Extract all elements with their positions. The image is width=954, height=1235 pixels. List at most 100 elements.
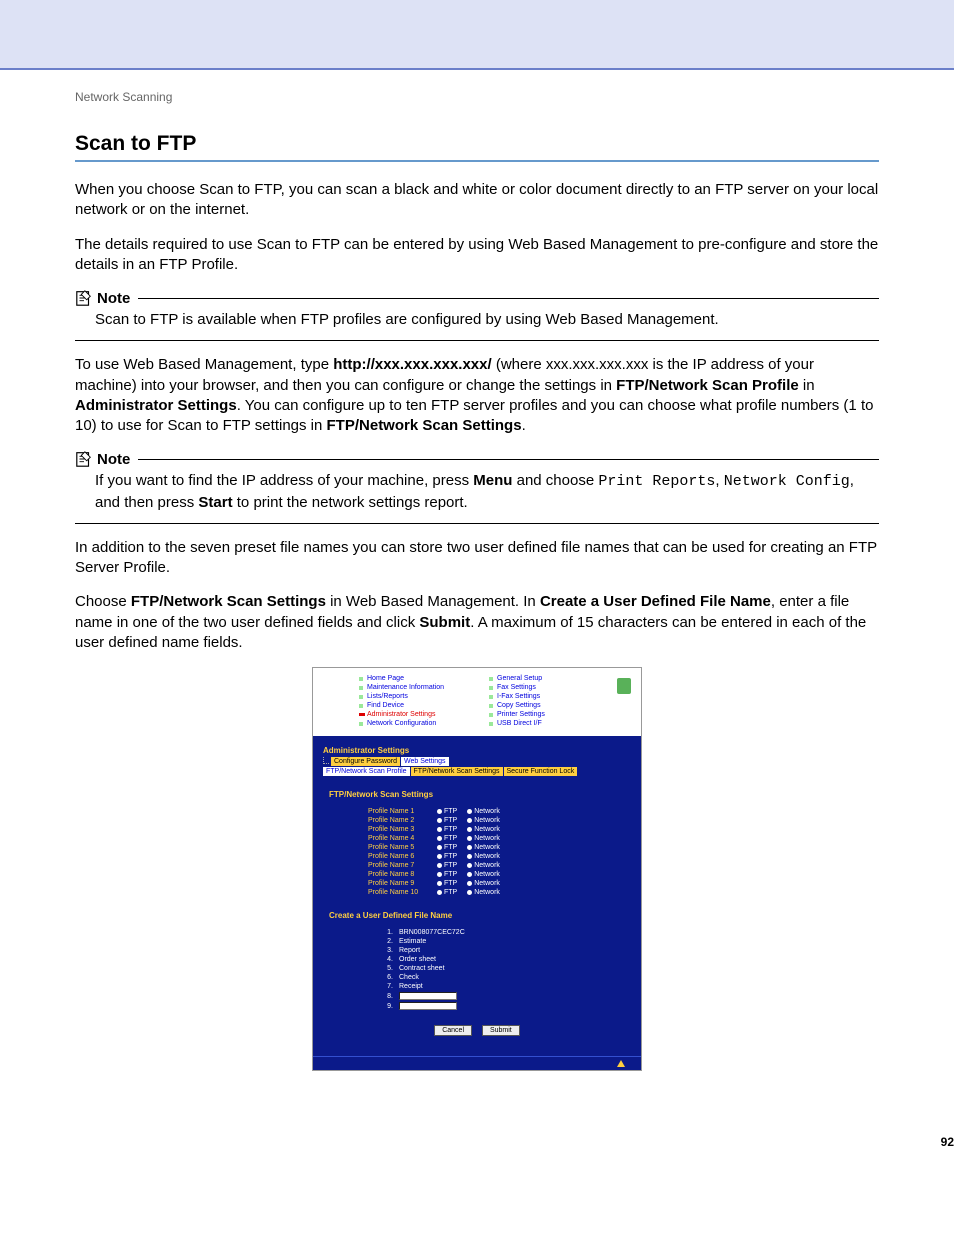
radio-ftp[interactable] bbox=[437, 845, 442, 850]
para-5: Choose FTP/Network Scan Settings in Web … bbox=[75, 592, 879, 653]
profile-row-6: Profile Name 6FTPNetwork bbox=[368, 852, 631, 861]
t: Administrator Settings bbox=[75, 397, 237, 414]
cancel-button[interactable]: Cancel bbox=[434, 1025, 472, 1036]
radio-network-label: Network bbox=[474, 826, 500, 833]
radio-ftp-label: FTP bbox=[444, 880, 457, 887]
tab-web-settings[interactable]: Web Settings bbox=[401, 757, 449, 766]
filename-input-row-8: 8. bbox=[379, 991, 631, 1001]
t: FTP/Network Scan Settings bbox=[131, 593, 326, 610]
radio-network[interactable] bbox=[467, 854, 472, 859]
note-rule-bottom bbox=[75, 523, 879, 524]
tab-ftp-settings[interactable]: FTP/Network Scan Settings bbox=[411, 767, 503, 776]
scroll-top-bar[interactable] bbox=[313, 1056, 641, 1070]
top-band bbox=[0, 0, 954, 68]
submit-button[interactable]: Submit bbox=[482, 1025, 520, 1036]
fn-num: 2. bbox=[379, 938, 393, 945]
filename-row-4: 4.Order sheet bbox=[379, 955, 631, 964]
fn-text: Report bbox=[399, 947, 420, 954]
filename-input-8[interactable] bbox=[399, 992, 457, 1000]
profile-row-3: Profile Name 3FTPNetwork bbox=[368, 825, 631, 834]
nav-right-2[interactable]: I-Fax Settings bbox=[487, 692, 617, 701]
filename-row-2: 2. Estimate bbox=[379, 937, 631, 946]
filename-input-9[interactable] bbox=[399, 1002, 457, 1010]
profile-row-8: Profile Name 8FTPNetwork bbox=[368, 870, 631, 879]
radio-ftp[interactable] bbox=[437, 854, 442, 859]
para-2: The details required to use Scan to FTP … bbox=[75, 235, 879, 276]
t: Start bbox=[198, 494, 232, 511]
profile-row-7: Profile Name 7FTPNetwork bbox=[368, 861, 631, 870]
url-bold: http://xxx.xxx.xxx.xxx/ bbox=[333, 356, 491, 373]
t: in bbox=[799, 377, 815, 394]
profile-row-10: Profile Name 10FTPNetwork bbox=[368, 888, 631, 897]
radio-network[interactable] bbox=[467, 845, 472, 850]
t: FTP/Network Scan Settings bbox=[327, 417, 522, 434]
radio-network[interactable] bbox=[467, 890, 472, 895]
radio-network-label: Network bbox=[474, 835, 500, 842]
radio-ftp[interactable] bbox=[437, 836, 442, 841]
radio-ftp[interactable] bbox=[437, 827, 442, 832]
note-label: Note bbox=[97, 451, 130, 468]
nav-left-2[interactable]: Lists/Reports bbox=[357, 692, 487, 701]
note-2-body: If you want to find the IP address of yo… bbox=[75, 468, 879, 519]
nav-left-5[interactable]: Network Configuration bbox=[357, 719, 487, 728]
fn-num: 1. bbox=[379, 929, 393, 936]
nav-right-1[interactable]: Fax Settings bbox=[487, 683, 617, 692]
profile-label: Profile Name 9 bbox=[368, 880, 433, 887]
tab-row-1: Configure Password Web Settings bbox=[323, 757, 631, 766]
radio-ftp[interactable] bbox=[437, 863, 442, 868]
nav-right-0[interactable]: General Setup bbox=[487, 674, 617, 683]
radio-network[interactable] bbox=[467, 881, 472, 886]
filename-row-1: 1. BRN008077CEC72C bbox=[379, 928, 631, 937]
radio-ftp-label: FTP bbox=[444, 889, 457, 896]
t: and choose bbox=[512, 472, 598, 489]
radio-ftp[interactable] bbox=[437, 872, 442, 877]
nav-right-3[interactable]: Copy Settings bbox=[487, 701, 617, 710]
note-icon bbox=[75, 450, 93, 468]
note-rule-bottom bbox=[75, 340, 879, 341]
note-rule bbox=[138, 459, 879, 460]
tab-configure-password[interactable]: Configure Password bbox=[331, 757, 400, 766]
t: in Web Based Management. In bbox=[326, 593, 540, 610]
radio-network-label: Network bbox=[474, 862, 500, 869]
radio-network-label: Network bbox=[474, 853, 500, 860]
fn-text: Estimate bbox=[399, 938, 426, 945]
ftp-scan-settings-head: FTP/Network Scan Settings bbox=[329, 790, 631, 799]
fn-num: 8. bbox=[379, 993, 393, 1000]
radio-network-label: Network bbox=[474, 889, 500, 896]
fn-num: 9. bbox=[379, 1003, 393, 1010]
radio-ftp[interactable] bbox=[437, 890, 442, 895]
filename-row-6: 6.Check bbox=[379, 973, 631, 982]
nav-left-1[interactable]: Maintenance Information bbox=[357, 683, 487, 692]
note-2: Note If you want to find the IP address … bbox=[75, 450, 879, 524]
tab-ftp-profile[interactable]: FTP/Network Scan Profile bbox=[323, 767, 410, 776]
radio-network-label: Network bbox=[474, 808, 500, 815]
webui-nav: Home PageMaintenance InformationLists/Re… bbox=[313, 668, 641, 736]
fn-text: BRN008077CEC72C bbox=[399, 929, 465, 936]
radio-ftp-label: FTP bbox=[444, 844, 457, 851]
radio-network[interactable] bbox=[467, 872, 472, 877]
nav-left-0[interactable]: Home Page bbox=[357, 674, 487, 683]
radio-network[interactable] bbox=[467, 818, 472, 823]
profile-row-4: Profile Name 4FTPNetwork bbox=[368, 834, 631, 843]
fn-num: 3. bbox=[379, 947, 393, 954]
note-icon bbox=[75, 289, 93, 307]
page-number: 92 bbox=[941, 1135, 954, 1149]
radio-network[interactable] bbox=[467, 836, 472, 841]
radio-network[interactable] bbox=[467, 827, 472, 832]
nav-left-3[interactable]: Find Device bbox=[357, 701, 487, 710]
radio-network[interactable] bbox=[467, 809, 472, 814]
radio-network[interactable] bbox=[467, 863, 472, 868]
t: Choose bbox=[75, 593, 131, 610]
radio-ftp[interactable] bbox=[437, 881, 442, 886]
radio-ftp[interactable] bbox=[437, 818, 442, 823]
nav-left-4[interactable]: Administrator Settings bbox=[357, 710, 487, 719]
radio-network-label: Network bbox=[474, 871, 500, 878]
radio-ftp-label: FTP bbox=[444, 853, 457, 860]
nav-right-5[interactable]: USB Direct I/F bbox=[487, 719, 617, 728]
nav-right-4[interactable]: Printer Settings bbox=[487, 710, 617, 719]
profile-label: Profile Name 8 bbox=[368, 871, 433, 878]
tab-secure-lock[interactable]: Secure Function Lock bbox=[504, 767, 578, 776]
radio-ftp[interactable] bbox=[437, 809, 442, 814]
profile-row-9: Profile Name 9FTPNetwork bbox=[368, 879, 631, 888]
help-icon[interactable] bbox=[617, 678, 631, 694]
